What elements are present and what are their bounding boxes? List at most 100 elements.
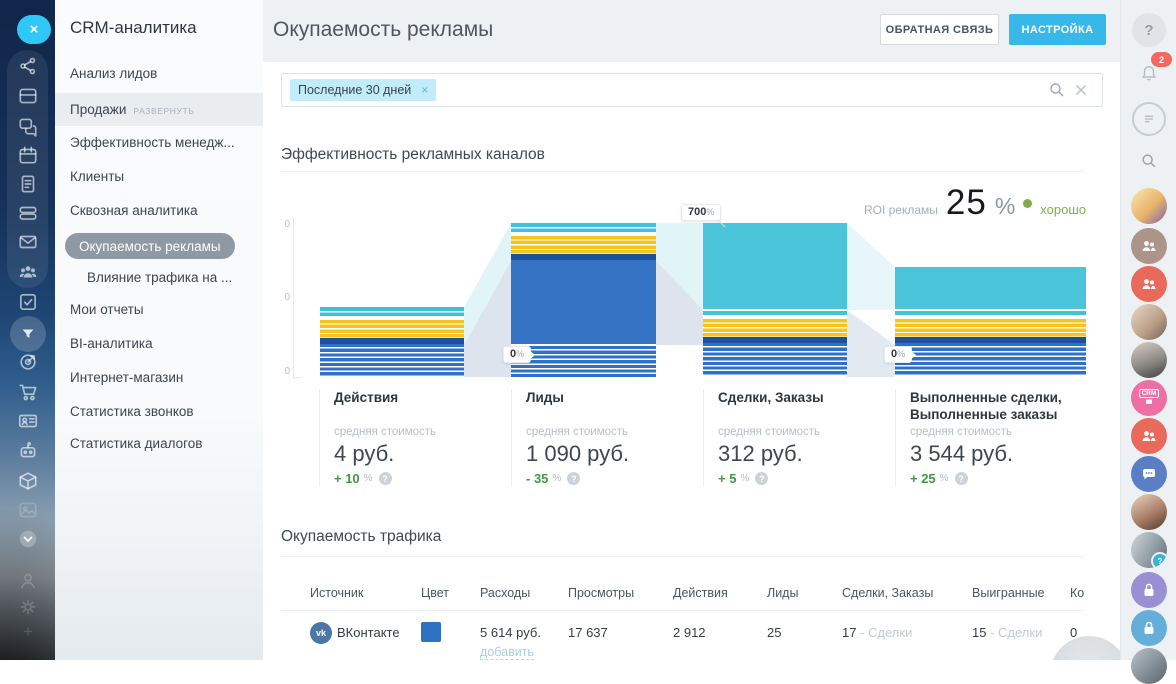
team-icon[interactable] <box>17 261 39 283</box>
menu-item-manager-efficiency[interactable]: Эффективность менедж... <box>70 135 235 150</box>
table-header-divider <box>281 610 1085 611</box>
menu-item-sales[interactable]: ПродажиРАЗВЕРНУТЬ <box>70 102 195 117</box>
cell-source[interactable]: ВКонтакте <box>337 625 400 640</box>
feed-icon[interactable] <box>17 55 39 77</box>
help-icon[interactable]: ? <box>755 472 768 485</box>
roi-value: 25 <box>946 183 987 223</box>
add-plus-icon[interactable]: + <box>17 621 39 643</box>
avatar-lock-blue[interactable] <box>1131 610 1167 646</box>
avatar-office-photo[interactable]: ? <box>1131 532 1167 568</box>
funnel-connector-2 <box>656 223 703 377</box>
sidebar-search-icon[interactable] <box>1132 144 1166 178</box>
col-header-conversion[interactable]: Конверсия <box>1070 586 1085 600</box>
profile-icon[interactable] <box>17 570 39 592</box>
crm-icon-active[interactable] <box>10 316 46 352</box>
roi-status-dot <box>1023 199 1032 208</box>
funnel-column-actions[interactable] <box>320 307 464 377</box>
stage-card-deals: Сделки, Заказы средняя стоимость 312 руб… <box>703 389 888 486</box>
menu-item-clients[interactable]: Клиенты <box>70 169 124 184</box>
col-header-leads[interactable]: Лиды <box>767 586 798 600</box>
avatar-woman-photo[interactable] <box>1131 342 1167 378</box>
expand-chevron-icon[interactable] <box>17 528 39 550</box>
avatar-lock-purple[interactable] <box>1131 572 1167 608</box>
menu-item-lead-analysis[interactable]: Анализ лидов <box>70 66 157 81</box>
crm-analytics-menu: CRM-аналитика Анализ лидов ПродажиРАЗВЕР… <box>55 0 264 660</box>
menu-item-ad-payback-selected[interactable]: Окупаемость рекламы <box>65 233 235 259</box>
menu-item-traffic-influence[interactable]: Влияние трафика на ... <box>87 270 232 285</box>
roi-indicator: ROI рекламы 25 % хорошо <box>864 183 1086 223</box>
menu-item-call-statistics[interactable]: Статистика звонков <box>70 404 194 419</box>
settings-button[interactable]: НАСТРОЙКА <box>1009 14 1106 45</box>
filter-tag[interactable]: Последние 30 дней × <box>290 79 436 101</box>
avatar-woman-cartoon[interactable] <box>1131 188 1167 224</box>
roi-label: ROI рекламы <box>864 203 938 217</box>
stage-card-leads: Лиды средняя стоимость 1 090 руб. - 35%? <box>511 389 696 486</box>
roi-status-text: хорошо <box>1040 202 1086 217</box>
main-content: Окупаемость рекламы ОБРАТНАЯ СВЯЗЬ НАСТР… <box>263 0 1120 660</box>
search-icon[interactable] <box>1048 81 1066 99</box>
section-divider-2 <box>281 556 1085 557</box>
filter-tag-label: Последние 30 дней <box>298 83 411 97</box>
col-header-source[interactable]: Источник <box>310 586 363 600</box>
menu-item-end-to-end-analytics[interactable]: Сквозная аналитика <box>70 203 198 218</box>
clear-search-icon[interactable] <box>1072 81 1090 99</box>
feedback-button[interactable]: ОБРАТНАЯ СВЯЗЬ <box>880 14 999 45</box>
notifications-bell-icon[interactable]: 2 <box>1132 56 1166 90</box>
tag-remove-icon[interactable]: × <box>421 83 428 97</box>
avatar-status-badge: ? <box>1151 552 1167 568</box>
col-header-actions[interactable]: Действия <box>673 586 728 600</box>
funnel-column-deals[interactable] <box>703 223 847 377</box>
settings-gear-icon[interactable] <box>17 596 39 618</box>
avatar-partial[interactable] <box>1131 648 1167 684</box>
marketing-target-icon[interactable] <box>17 351 39 373</box>
drive-icon[interactable] <box>17 202 39 224</box>
kanban-icon[interactable] <box>17 85 39 107</box>
contact-card-icon[interactable] <box>17 410 39 432</box>
add-expenses-link[interactable]: добавить <box>480 645 534 660</box>
channels-section-title: Эффективность рекламных каналов <box>281 146 545 164</box>
left-icon-rail: × + <box>0 0 55 660</box>
close-menu-button[interactable]: × <box>17 15 51 44</box>
mail-icon[interactable] <box>17 231 39 253</box>
help-icon[interactable]: ? <box>955 472 968 485</box>
cell-expenses: 5 614 руб. <box>480 625 541 640</box>
avatar-group-red-2[interactable] <box>1131 418 1167 454</box>
document-icon[interactable] <box>17 173 39 195</box>
help-icon[interactable]: ? <box>567 472 580 485</box>
menu-item-bi-analytics[interactable]: BI-аналитика <box>70 336 153 351</box>
col-header-won[interactable]: Выигранные <box>972 586 1045 600</box>
shop-cart-icon[interactable] <box>17 381 39 403</box>
y-tick-bottom: 0 <box>270 366 290 377</box>
avatar-group-red[interactable] <box>1131 266 1167 302</box>
color-swatch[interactable] <box>421 622 441 642</box>
help-icon[interactable]: ? <box>379 472 392 485</box>
menu-item-online-store[interactable]: Интернет-магазин <box>70 370 183 385</box>
tasks-icon[interactable] <box>17 291 39 313</box>
chart-axis-tick <box>293 377 301 378</box>
y-tick-top: 0 <box>270 219 290 230</box>
menu-item-my-reports[interactable]: Мои отчеты <box>70 302 144 317</box>
apps-box-icon[interactable] <box>17 470 39 492</box>
help-button[interactable]: ? <box>1132 13 1166 47</box>
expand-label[interactable]: РАЗВЕРНУТЬ <box>133 106 194 116</box>
main-header: Окупаемость рекламы ОБРАТНАЯ СВЯЗЬ НАСТР… <box>263 0 1120 62</box>
avatar-man-photo[interactable] <box>1131 304 1167 340</box>
bot-icon[interactable] <box>17 439 39 461</box>
conversion-tooltip-0-left: 0% <box>503 346 531 363</box>
col-header-deals[interactable]: Сделки, Заказы <box>842 586 933 600</box>
funnel-column-won[interactable] <box>895 267 1086 377</box>
calendar-icon[interactable] <box>17 144 39 166</box>
menu-item-dialog-statistics[interactable]: Статистика диалогов <box>70 436 202 451</box>
gallery-icon[interactable] <box>17 499 39 521</box>
col-header-expenses[interactable]: Расходы <box>480 586 530 600</box>
col-header-views[interactable]: Просмотры <box>568 586 634 600</box>
avatar-chat-group[interactable] <box>1131 456 1167 492</box>
notification-badge: 2 <box>1151 52 1172 67</box>
avatar-crm-marketing[interactable]: CRM <box>1131 380 1167 416</box>
avatar-woman-photo-2[interactable] <box>1131 494 1167 530</box>
avatar-group-brown[interactable] <box>1131 228 1167 264</box>
messenger-icon[interactable] <box>17 115 39 137</box>
dialogs-icon[interactable] <box>1132 102 1166 136</box>
col-header-color[interactable]: Цвет <box>421 586 449 600</box>
filter-search-bar[interactable]: Последние 30 дней × <box>281 73 1103 107</box>
